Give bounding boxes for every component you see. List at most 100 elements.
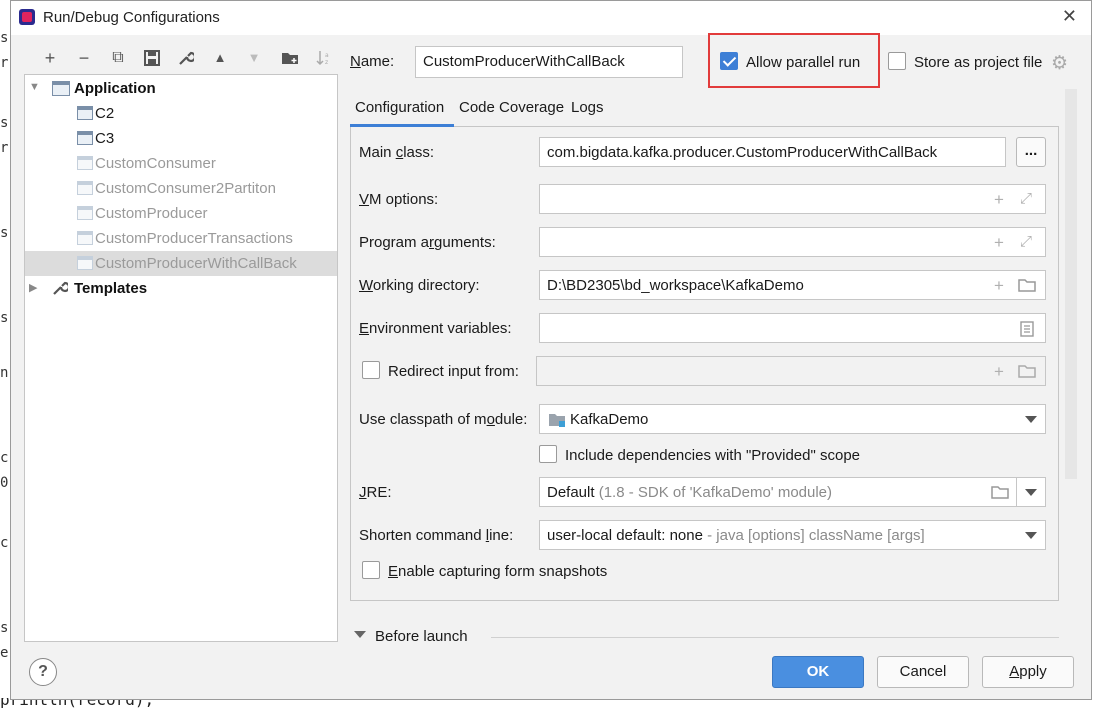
working-dir-value: D:\BD2305\bd_workspace\KafkaDemo [547, 277, 804, 294]
minus-icon[interactable]: − [71, 45, 97, 71]
wrench-icon [52, 280, 71, 300]
capture-snapshots-label[interactable]: Enable capturing form snapshots [388, 563, 607, 580]
plus-icon[interactable]: + [994, 233, 1004, 253]
run-config-icon [77, 231, 93, 245]
svg-text:a: a [325, 52, 329, 59]
name-field[interactable]: CustomProducerWithCallBack [415, 46, 683, 78]
chevron-down-icon[interactable] [1025, 532, 1037, 539]
jre-label: JRE: [359, 484, 392, 501]
vm-options-label: VM options: [359, 191, 439, 208]
classpath-module-select[interactable]: KafkaDemo [539, 404, 1046, 434]
background-char: r [0, 140, 9, 156]
run-config-icon [77, 256, 93, 270]
arrow-down-icon[interactable]: ▼ [241, 45, 267, 71]
jre-default-text: Default [547, 484, 595, 501]
arrow-up-icon[interactable]: ▲ [207, 45, 233, 71]
name-label: Name: [350, 53, 395, 70]
allow-parallel-label[interactable]: Allow parallel run [746, 54, 860, 71]
redirect-input-label[interactable]: Redirect input from: [388, 363, 519, 380]
tree-item-customconsumer[interactable]: CustomConsumer [25, 151, 337, 176]
tree-label: CustomConsumer [95, 155, 216, 172]
jre-select[interactable]: Default (1.8 - SDK of 'KafkaDemo' module… [539, 477, 1046, 507]
save-icon[interactable] [139, 45, 165, 71]
background-editor-edge: s r s r s s n c 0 c s e [0, 0, 10, 708]
help-icon[interactable]: ? [29, 658, 57, 686]
background-char: s [0, 620, 9, 636]
jre-hint-text: (1.8 - SDK of 'KafkaDemo' module) [598, 484, 833, 501]
tab-logs[interactable]: Logs [571, 99, 604, 116]
store-project-checkbox[interactable] [888, 52, 906, 70]
chevron-down-icon[interactable] [1025, 416, 1037, 423]
scrollbar[interactable] [1065, 89, 1077, 479]
plus-icon[interactable]: + [994, 190, 1004, 210]
tree-label: C2 [95, 105, 115, 122]
shorten-select[interactable]: user-local default: none - java [options… [539, 520, 1046, 550]
tree-item-customconsumer2partiton[interactable]: CustomConsumer2Partiton [25, 176, 337, 201]
folder-add-icon[interactable] [277, 45, 303, 71]
classpath-module-value: KafkaDemo [570, 411, 649, 428]
program-args-label: Program arguments: [359, 234, 496, 251]
expand-icon[interactable]: ⤢ [1020, 233, 1032, 250]
wrench-icon[interactable] [173, 45, 199, 71]
folder-icon[interactable] [991, 485, 1009, 503]
intellij-app-icon [19, 9, 35, 25]
svg-text:z: z [325, 59, 328, 66]
background-char: s [0, 115, 9, 131]
folder-icon [1018, 364, 1036, 382]
vm-options-field[interactable]: + ⤢ [539, 184, 1046, 214]
tree-label: Templates [74, 280, 148, 297]
tree-label: CustomConsumer2Partiton [95, 180, 276, 197]
before-launch-separator [491, 637, 1059, 638]
application-icon [52, 81, 70, 96]
apply-button[interactable]: Apply [982, 656, 1074, 688]
tree-item-c3[interactable]: C3 [25, 126, 337, 151]
tree-label: C3 [95, 130, 115, 147]
tree-item-customproducer[interactable]: CustomProducer [25, 201, 337, 226]
tree-item-customproducertransactions[interactable]: CustomProducerTransactions [25, 226, 337, 251]
chevron-right-icon[interactable]: ▶ [29, 281, 41, 294]
tab-configuration[interactable]: Configuration [355, 99, 444, 116]
working-dir-label: Working directory: [359, 277, 480, 294]
chevron-down-icon[interactable]: ▼ [29, 81, 41, 93]
tree-label: CustomProducerWithCallBack [95, 255, 297, 272]
include-deps-checkbox[interactable] [539, 445, 557, 463]
background-char: c [0, 535, 9, 551]
tree-item-customproducerwithcallback[interactable]: CustomProducerWithCallBack [25, 251, 337, 276]
background-char: e [0, 645, 9, 661]
program-args-field[interactable]: + ⤢ [539, 227, 1046, 257]
gear-icon[interactable]: ⚙ [1051, 52, 1068, 75]
main-class-label: Main class: [359, 144, 435, 161]
cancel-button[interactable]: Cancel [877, 656, 969, 688]
jre-value: Default (1.8 - SDK of 'KafkaDemo' module… [547, 484, 832, 501]
plus-icon[interactable]: + [994, 276, 1004, 296]
working-dir-field[interactable]: D:\BD2305\bd_workspace\KafkaDemo + [539, 270, 1046, 300]
tree-node-templates[interactable]: ▶ Templates [25, 276, 337, 301]
store-project-label[interactable]: Store as project file [914, 54, 1042, 71]
run-config-icon [77, 131, 93, 145]
sort-icon[interactable]: az [311, 45, 337, 71]
plus-icon[interactable]: + [37, 45, 63, 71]
ok-button[interactable]: OK [772, 656, 864, 688]
tab-code-coverage[interactable]: Code Coverage [459, 99, 564, 116]
chevron-down-icon[interactable] [354, 631, 366, 638]
capture-snapshots-checkbox[interactable] [362, 561, 380, 579]
tree-label: Application [74, 80, 156, 97]
tree-item-c2[interactable]: C2 [25, 101, 337, 126]
tree-node-application[interactable]: ▼ Application [25, 76, 337, 101]
allow-parallel-checkbox[interactable] [720, 52, 738, 70]
chevron-down-icon[interactable] [1025, 489, 1037, 496]
before-launch-label[interactable]: Before launch [375, 628, 468, 645]
document-icon[interactable] [1020, 321, 1034, 341]
redirect-input-checkbox[interactable] [362, 361, 380, 379]
expand-icon[interactable]: ⤢ [1020, 190, 1032, 207]
copy-icon[interactable]: ⧉ [105, 45, 131, 71]
main-class-field[interactable]: com.bigdata.kafka.producer.CustomProduce… [539, 137, 1006, 167]
redirect-input-field: + [536, 356, 1046, 386]
folder-icon[interactable] [1018, 278, 1036, 296]
browse-main-class-button[interactable]: ... [1016, 137, 1046, 167]
env-vars-field[interactable] [539, 313, 1046, 343]
run-config-icon [77, 206, 93, 220]
close-icon[interactable]: ✕ [1062, 6, 1077, 27]
include-deps-label[interactable]: Include dependencies with "Provided" sco… [565, 447, 860, 464]
run-config-icon [77, 106, 93, 120]
